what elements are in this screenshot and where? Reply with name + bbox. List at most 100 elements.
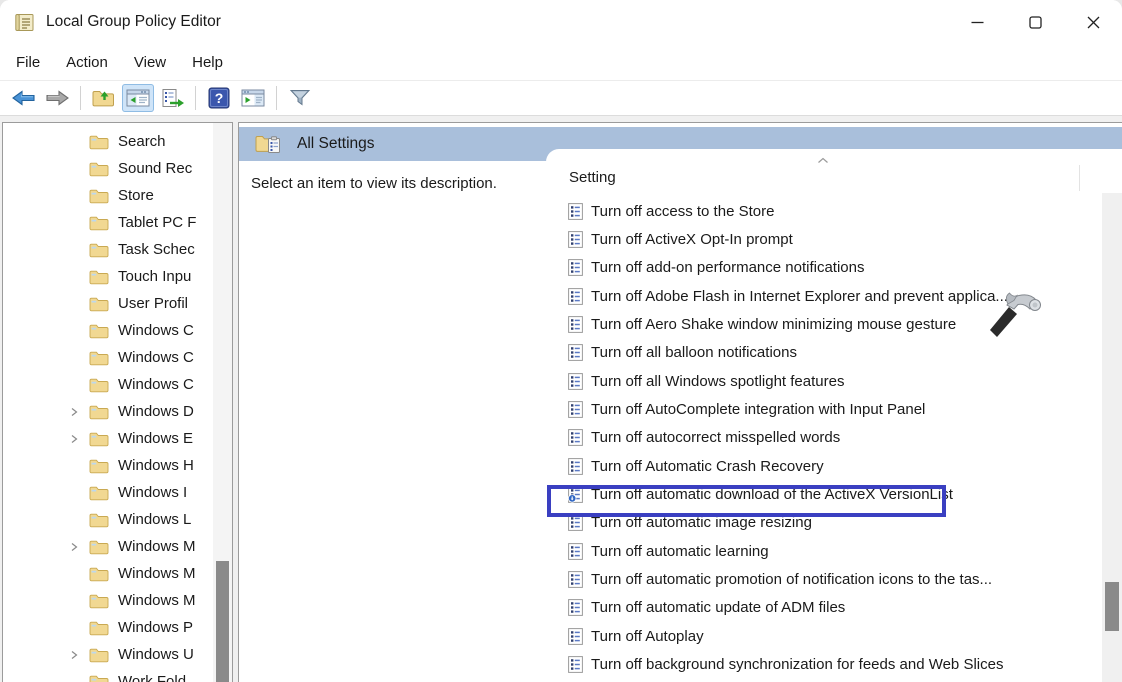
setting-icon [568,288,583,305]
show-hide-console-tree-button[interactable] [122,84,154,112]
setting-row[interactable]: Turn off autocorrect misspelled words [546,424,1102,452]
setting-row[interactable]: Turn off all Windows spotlight features [546,367,1102,395]
tree-scrollbar[interactable] [213,123,232,682]
setting-row[interactable]: Turn off AutoComplete integration with I… [546,395,1102,423]
setting-row[interactable]: Turn off add-on performance notification… [546,254,1102,282]
column-header-setting[interactable]: Setting [569,169,616,186]
show-hide-action-pane-button[interactable] [237,84,269,112]
folder-icon [89,215,109,231]
tree-item-label: Windows D [118,403,194,420]
setting-row[interactable]: Turn off all balloon notifications [546,339,1102,367]
tree-item[interactable]: Windows M [3,587,212,614]
tree-scrollbar-thumb[interactable] [216,561,229,682]
tree-item[interactable]: Tablet PC F [3,209,212,236]
toolbar-separator [195,86,196,110]
tree-item[interactable]: Windows M [3,533,212,560]
tree-item[interactable]: Windows P [3,614,212,641]
tree-item[interactable]: Touch Inpu [3,263,212,290]
up-folder-icon [92,88,116,108]
setting-row[interactable]: Turn off access to the Store [546,197,1102,225]
tree-item-label: Windows U [118,646,194,663]
tree-item-label: Task Schec [118,241,195,258]
menu-item-help[interactable]: Help [179,54,236,71]
menu-item-file[interactable]: File [0,54,53,71]
setting-row[interactable]: Turn off background synchronization for … [546,651,1102,679]
folder-icon [89,458,109,474]
list-scrollbar[interactable] [1102,193,1122,682]
tree-item[interactable]: Store [3,182,212,209]
forward-button[interactable] [41,84,73,112]
setting-icon [568,203,583,220]
setting-row[interactable]: Turn off Autoplay [546,622,1102,650]
tree-item-label: Windows L [118,511,191,528]
back-button[interactable] [7,84,39,112]
menu-item-view[interactable]: View [121,54,179,71]
tree-item-label: Work Fold [118,673,186,682]
setting-icon [568,514,583,531]
export-list-icon [160,88,185,108]
work-area: Search Sound Rec Store Tablet PC F [0,116,1122,682]
sort-up-chevron-icon[interactable] [817,157,829,164]
tree-item[interactable]: Sound Rec [3,155,212,182]
expand-chevron-icon[interactable] [69,434,89,444]
setting-icon [568,628,583,645]
setting-row[interactable]: Turn off automatic image resizing [546,509,1102,537]
folder-icon [89,377,109,393]
close-button[interactable] [1064,0,1122,44]
settings-list: Turn off access to the Store Turn off Ac… [546,197,1102,682]
expand-chevron-icon[interactable] [69,650,89,660]
setting-row[interactable]: Turn off Automatic Crash Recovery [546,452,1102,480]
folder-icon [89,620,109,636]
help-button[interactable]: ? [203,84,235,112]
folder-icon [89,188,109,204]
tree-item[interactable]: Windows I [3,479,212,506]
toolbar-separator [276,86,277,110]
tree-item-label: Search [118,133,166,150]
minimize-button[interactable] [948,0,1006,44]
tree-item-label: Windows C [118,322,194,339]
tree-item[interactable]: Windows M [3,560,212,587]
maximize-button[interactable] [1006,0,1064,44]
setting-label: Turn off Autoplay [591,628,704,645]
tree-item[interactable]: Windows C [3,344,212,371]
tree-item[interactable]: Windows D [3,398,212,425]
tree-item[interactable]: Windows C [3,317,212,344]
title-bar: Local Group Policy Editor [0,0,1122,44]
setting-icon [568,231,583,248]
setting-label: Turn off automatic image resizing [591,514,812,531]
menu-bar: File Action View Help [0,44,1122,81]
expand-chevron-icon[interactable] [69,542,89,552]
tree-item[interactable]: Search [3,128,212,155]
export-list-button[interactable] [156,84,188,112]
tree-item[interactable]: Windows L [3,506,212,533]
hammer-cursor-icon [983,288,1047,340]
expand-chevron-icon[interactable] [69,407,89,417]
setting-row[interactable]: Turn off ActiveX Opt-In prompt [546,225,1102,253]
setting-row[interactable]: Turn off automatic learning [546,537,1102,565]
setting-row[interactable]: Turn off automatic update of ADM files [546,594,1102,622]
setting-row[interactable]: Turn off automatic promotion of notifica… [546,565,1102,593]
tree-item[interactable]: Task Schec [3,236,212,263]
column-divider [1079,165,1080,191]
list-scrollbar-thumb[interactable] [1105,582,1119,631]
filter-button[interactable] [284,84,316,112]
tree-item[interactable]: Windows U [3,641,212,668]
setting-icon [568,429,583,446]
tree-item[interactable]: Windows C [3,371,212,398]
tree-item[interactable]: User Profil [3,290,212,317]
tree-item-label: Windows E [118,430,193,447]
up-one-level-button[interactable] [88,84,120,112]
back-arrow-icon [11,88,36,108]
svg-text:?: ? [215,90,224,106]
tree-item[interactable]: Work Fold [3,668,212,682]
tree-item-label: Windows I [118,484,187,501]
tree-item[interactable]: Windows H [3,452,212,479]
tree-item[interactable]: Windows E [3,425,212,452]
setting-icon [568,571,583,588]
setting-row[interactable]: Turn off automatic download of the Activ… [546,480,1102,508]
tree-item-label: User Profil [118,295,188,312]
folder-icon [89,647,109,663]
tree-item-label: Windows C [118,376,194,393]
folder-icon [89,161,109,177]
menu-item-action[interactable]: Action [53,54,121,71]
